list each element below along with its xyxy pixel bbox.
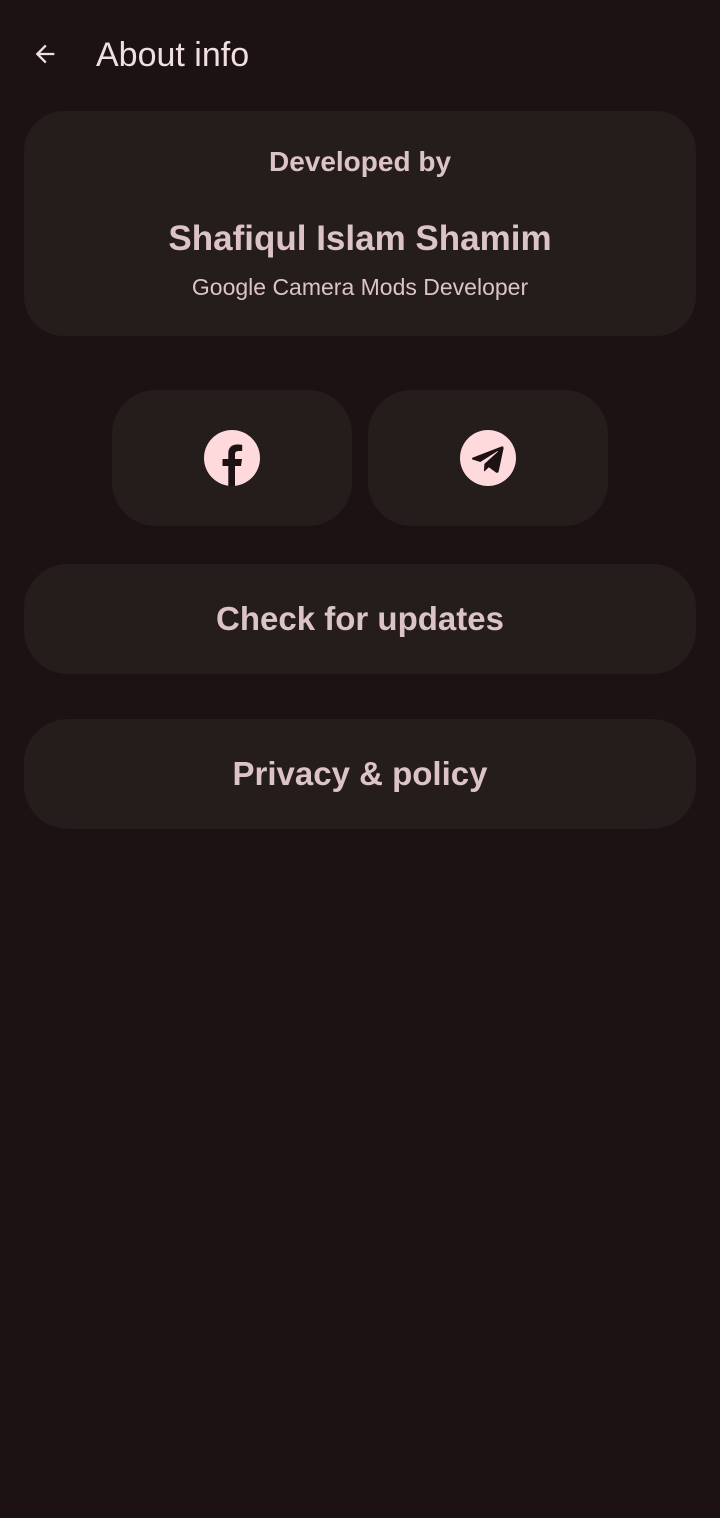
developer-name: Shafiqul Islam Shamim (168, 219, 552, 258)
developed-by-label: Developed by (268, 146, 452, 177)
check-updates-button[interactable]: Check for updates (24, 564, 696, 674)
back-button[interactable] (21, 30, 69, 78)
developer-role: Google Camera Mods Developer (191, 274, 529, 300)
telegram-button[interactable] (368, 390, 608, 526)
page-title: About info (96, 36, 250, 74)
facebook-button[interactable] (112, 390, 352, 526)
facebook-icon (204, 430, 260, 486)
arrow-back-icon (35, 44, 55, 64)
privacy-policy-button[interactable]: Privacy & policy (24, 719, 696, 829)
app-bar: About info (0, 0, 720, 110)
telegram-icon (460, 430, 516, 486)
